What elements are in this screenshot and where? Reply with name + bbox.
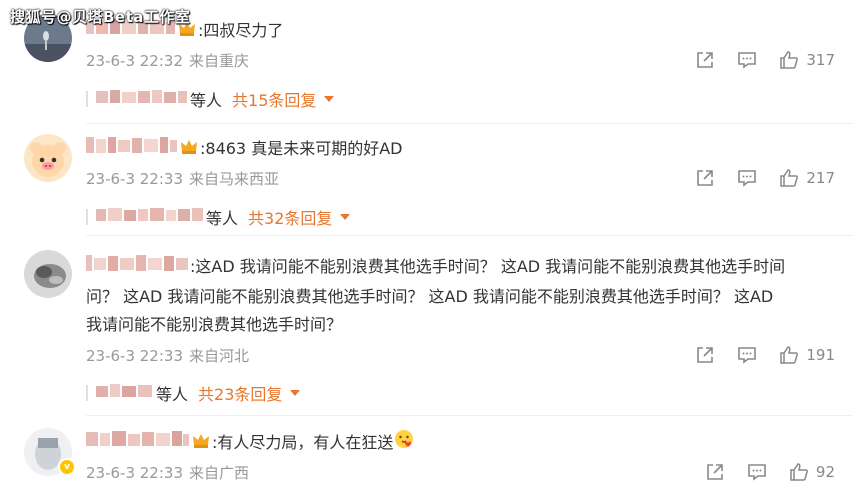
reply-bar	[86, 91, 88, 107]
comment-icon[interactable]	[736, 344, 758, 366]
chevron-down-icon[interactable]	[324, 96, 335, 102]
reply-usernames-blurred	[96, 206, 204, 228]
location: 来自河北	[189, 347, 250, 365]
like-button[interactable]: 317	[778, 49, 835, 71]
like-icon	[788, 461, 810, 483]
comment-meta: 23-6-3 22:32 来自重庆	[86, 50, 249, 71]
like-icon	[778, 49, 800, 71]
timestamp: 23-6-3 22:32	[86, 52, 183, 70]
comment-meta: 23-6-3 22:33 来自河北	[86, 345, 249, 366]
comment-actions: 317	[674, 49, 835, 71]
avatar[interactable]	[24, 134, 72, 182]
reply-total[interactable]: 共15条回复	[232, 87, 316, 111]
comment-text: :有人尽力局，有人在狂送	[212, 433, 394, 452]
reply-bar	[86, 385, 88, 401]
comment-icon[interactable]	[736, 49, 758, 71]
location: 来自马来西亚	[189, 170, 280, 188]
comment-meta: 23-6-3 22:33 来自马来西亚	[86, 168, 279, 189]
share-icon[interactable]	[704, 461, 726, 483]
timestamp: 23-6-3 22:33	[86, 347, 183, 365]
like-icon	[778, 344, 800, 366]
share-icon[interactable]	[694, 167, 716, 189]
share-icon[interactable]	[694, 344, 716, 366]
like-button[interactable]: 92	[788, 461, 835, 483]
reply-etc: 等人	[156, 385, 189, 404]
comment-body: :这AD 我请问能不能别浪费其他选手时间？ 这AD 我请问能不能别浪费其他选手时…	[86, 252, 833, 339]
comment-item: :这AD 我请问能不能别浪费其他选手时间？ 这AD 我请问能不能别浪费其他选手时…	[0, 236, 853, 416]
comment-meta: 23-6-3 22:33 来自广西	[86, 462, 249, 483]
chevron-down-icon[interactable]	[340, 214, 351, 220]
reply-total[interactable]: 共32条回复	[248, 205, 332, 229]
like-count: 317	[806, 51, 835, 69]
reply-summary[interactable]: 等人 共32条回复	[86, 205, 351, 229]
comment-actions: 217	[674, 167, 835, 189]
comment-item: :8463 真是未来可期的好AD 23-6-3 22:33 来自马来西亚 217 …	[0, 124, 853, 236]
like-count: 92	[815, 463, 835, 481]
username-blurred[interactable]	[86, 428, 190, 459]
like-button[interactable]: 217	[778, 167, 835, 189]
reply-summary[interactable]: 等人 共15条回复	[86, 87, 335, 111]
location: 来自广西	[189, 464, 250, 482]
username-blurred[interactable]	[86, 252, 190, 283]
chevron-down-icon[interactable]	[290, 390, 301, 396]
avatar[interactable]	[24, 250, 72, 298]
comment-body: :有人尽力局，有人在狂送	[86, 428, 833, 459]
share-icon[interactable]	[694, 49, 716, 71]
crown-icon	[192, 430, 210, 458]
comment-actions: 92	[684, 461, 835, 483]
kiss-emoji-icon	[393, 428, 415, 459]
like-count: 217	[806, 169, 835, 187]
comment-item: v :有人尽力局，有人在狂送 23-6-3 22:33 来自广西 92	[0, 416, 853, 503]
comment-icon[interactable]	[746, 461, 768, 483]
reply-usernames-blurred	[96, 88, 188, 110]
comment-text-line3: 我请问能不能别浪费其他选手时间？	[86, 315, 343, 334]
reply-etc: 等人	[206, 209, 239, 228]
crown-icon	[180, 136, 198, 164]
comment-icon[interactable]	[736, 167, 758, 189]
comment-text-line1: :这AD 我请问能不能别浪费其他选手时间？ 这AD 我请问能不能别浪费其他选手时…	[190, 257, 786, 276]
timestamp: 23-6-3 22:33	[86, 170, 183, 188]
like-count: 191	[806, 346, 835, 364]
comment-text: :四叔尽力了	[198, 21, 284, 40]
location: 来自重庆	[189, 52, 250, 70]
comment-actions: 191	[674, 344, 835, 366]
reply-summary[interactable]: 等人 共23条回复	[86, 381, 301, 405]
reply-total[interactable]: 共23条回复	[198, 381, 282, 405]
watermark: 搜狐号@贝塔Beta工作室	[10, 8, 191, 26]
comment-text-line2: 问？ 这AD 我请问能不能别浪费其他选手时间？ 这AD 我请问能不能别浪费其他选…	[86, 287, 774, 306]
comment-body: :8463 真是未来可期的好AD	[86, 134, 833, 165]
reply-bar	[86, 209, 88, 225]
comment-text: :8463 真是未来可期的好AD	[200, 139, 403, 158]
reply-etc: 等人	[190, 91, 223, 110]
comment-body: :四叔尽力了	[86, 16, 833, 47]
username-blurred[interactable]	[86, 134, 178, 165]
like-icon	[778, 167, 800, 189]
verified-badge: v	[58, 458, 76, 476]
reply-usernames-blurred	[96, 382, 154, 404]
timestamp: 23-6-3 22:33	[86, 464, 183, 482]
like-button[interactable]: 191	[778, 344, 835, 366]
